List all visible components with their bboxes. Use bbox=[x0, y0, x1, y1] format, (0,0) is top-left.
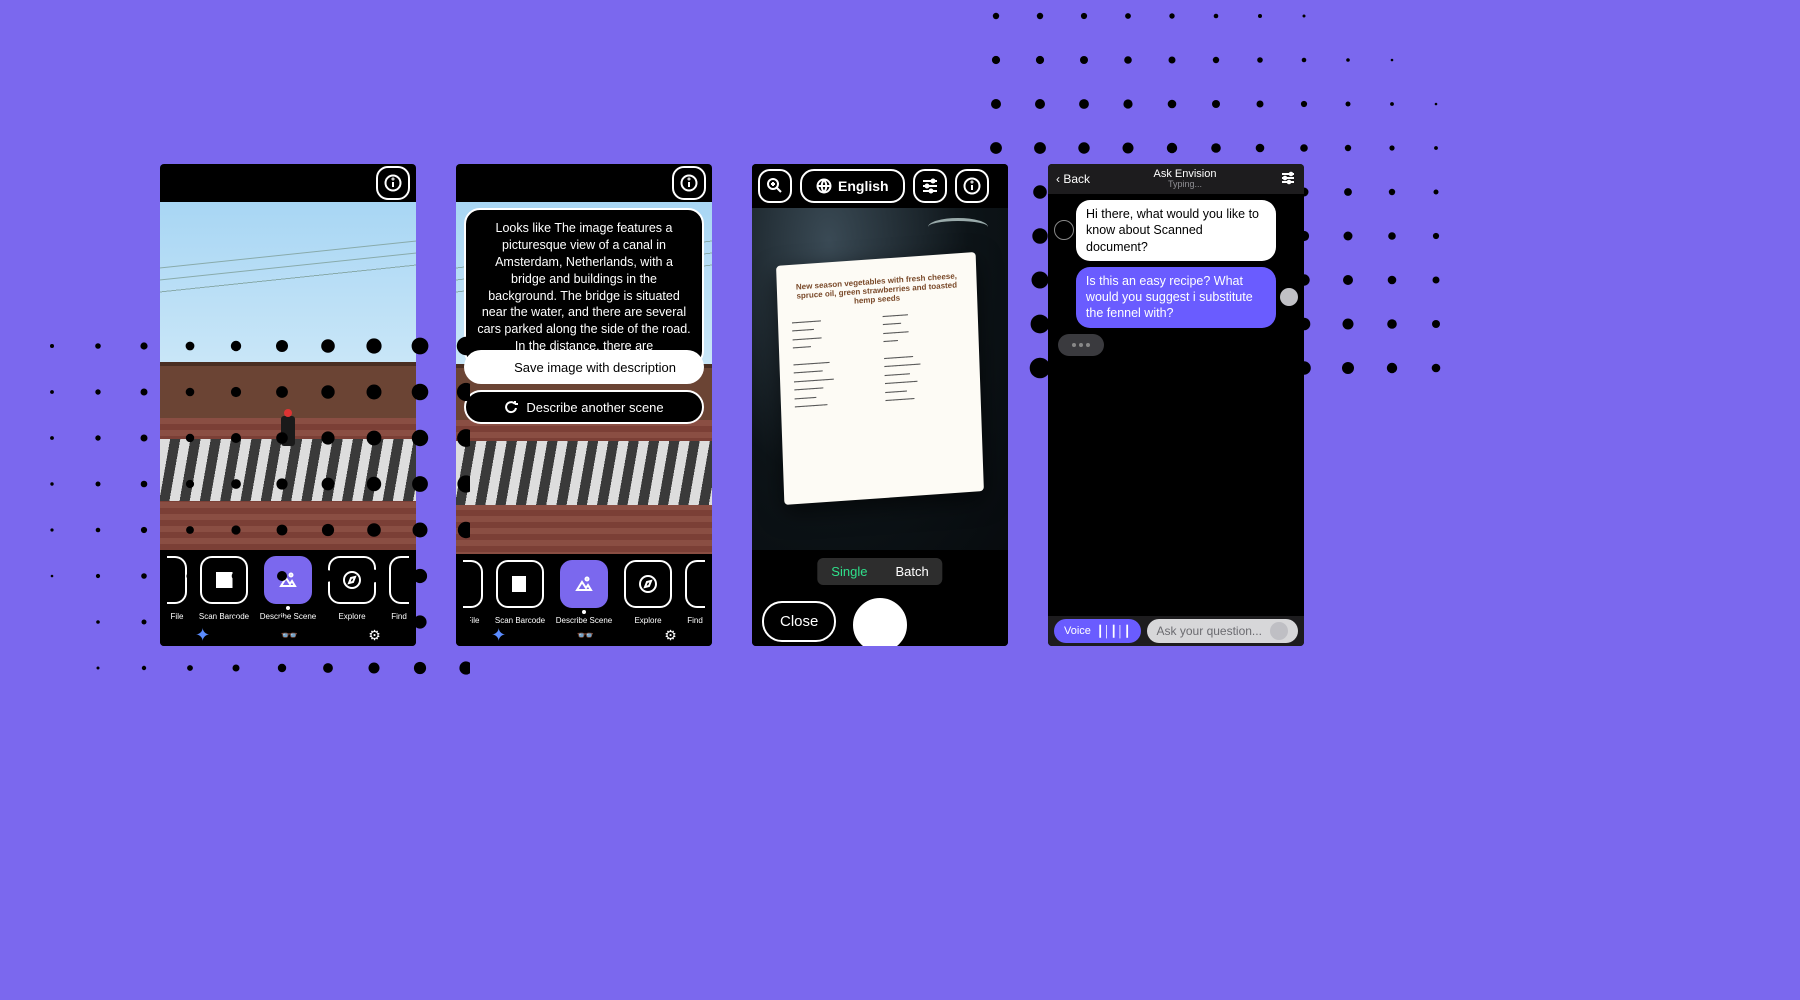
scene-description-text: Looks like The image features a pictures… bbox=[477, 221, 690, 353]
globe-icon bbox=[816, 178, 832, 194]
scene-description-card: Looks like The image features a pictures… bbox=[464, 208, 704, 367]
typing-indicator bbox=[1058, 334, 1104, 356]
screenshot-2-describe-scene-result: Looks like The image features a pictures… bbox=[456, 164, 712, 646]
adjust-button[interactable] bbox=[1280, 170, 1296, 189]
chat-messages: Hi there, what would you like to know ab… bbox=[1048, 194, 1304, 616]
book-page: New season vegetables with fresh cheese,… bbox=[776, 252, 984, 505]
info-icon bbox=[383, 173, 403, 193]
user-message: Is this an easy recipe? What would you s… bbox=[1076, 267, 1276, 328]
sliders-icon bbox=[920, 176, 940, 196]
settings-icon[interactable]: ⚙ bbox=[664, 627, 677, 644]
info-icon bbox=[679, 173, 699, 193]
segment-single[interactable]: Single bbox=[817, 558, 881, 585]
waveform-icon: ┃│┃│┃ bbox=[1097, 625, 1131, 638]
screenshot-3-scan-document: English New season vegetables with fresh… bbox=[752, 164, 1008, 646]
camera-viewfinder: Looks like The image features a pictures… bbox=[456, 202, 712, 554]
assistant-message: Hi there, what would you like to know ab… bbox=[1076, 200, 1276, 261]
chevron-left-icon: ‹ bbox=[1056, 172, 1060, 186]
refresh-icon bbox=[504, 400, 518, 414]
back-button[interactable]: ‹ Back bbox=[1056, 172, 1090, 186]
send-button[interactable] bbox=[1270, 622, 1288, 640]
scan-top-bar: English bbox=[752, 164, 1008, 208]
adjust-button[interactable] bbox=[913, 169, 947, 203]
document-viewfinder: New season vegetables with fresh cheese,… bbox=[752, 208, 1008, 550]
screenshot-1-describe-scene-camera: File Scan Barcode Describe Scene Explore bbox=[160, 164, 416, 646]
mode-selector: File Scan Barcode Describe Scene Explore bbox=[160, 550, 416, 646]
compass-icon bbox=[638, 574, 658, 594]
barcode-icon bbox=[510, 574, 530, 594]
settings-icon[interactable]: ⚙ bbox=[368, 627, 381, 644]
download-icon bbox=[492, 360, 506, 374]
mode-selector: File Scan Barcode Describe Scene Explore bbox=[456, 554, 712, 646]
close-button[interactable]: Close bbox=[762, 601, 836, 642]
language-selector[interactable]: English bbox=[800, 169, 905, 203]
recipe-title: New season vegetables with fresh cheese,… bbox=[791, 271, 963, 310]
segment-batch[interactable]: Batch bbox=[881, 558, 942, 585]
barcode-icon bbox=[214, 570, 234, 590]
info-button[interactable] bbox=[672, 166, 706, 200]
zoom-button[interactable] bbox=[758, 169, 792, 203]
landscape-icon bbox=[574, 574, 594, 594]
sliders-icon bbox=[1280, 170, 1296, 186]
question-placeholder: Ask your question... bbox=[1157, 624, 1262, 638]
glasses-icon[interactable]: 👓 bbox=[577, 627, 594, 644]
info-button[interactable] bbox=[376, 166, 410, 200]
compass-icon bbox=[342, 570, 362, 590]
question-input[interactable]: Ask your question... bbox=[1147, 619, 1298, 643]
magnifier-plus-icon bbox=[765, 176, 785, 196]
chat-input-bar: Voice ┃│┃│┃ Ask your question... bbox=[1048, 616, 1304, 646]
save-image-button[interactable]: Save image with description bbox=[464, 350, 704, 384]
info-icon bbox=[962, 176, 982, 196]
shutter-button[interactable] bbox=[853, 598, 907, 646]
focus-icon[interactable]: ✦ bbox=[195, 625, 210, 646]
chat-subtitle: Typing... bbox=[1154, 180, 1217, 190]
focus-icon[interactable]: ✦ bbox=[491, 625, 506, 646]
landscape-icon bbox=[278, 570, 298, 590]
screenshot-4-ask-envision-chat: ‹ Back Ask Envision Typing... Hi there, … bbox=[1048, 164, 1304, 646]
capture-mode-segment[interactable]: Single Batch bbox=[817, 558, 942, 585]
spoon-prop bbox=[928, 218, 988, 236]
describe-another-button[interactable]: Describe another scene bbox=[464, 390, 704, 424]
info-button[interactable] bbox=[955, 169, 989, 203]
glasses-icon[interactable]: 👓 bbox=[281, 627, 298, 644]
camera-viewfinder bbox=[160, 202, 416, 550]
voice-button[interactable]: Voice ┃│┃│┃ bbox=[1054, 619, 1141, 643]
chat-header: ‹ Back Ask Envision Typing... bbox=[1048, 164, 1304, 194]
